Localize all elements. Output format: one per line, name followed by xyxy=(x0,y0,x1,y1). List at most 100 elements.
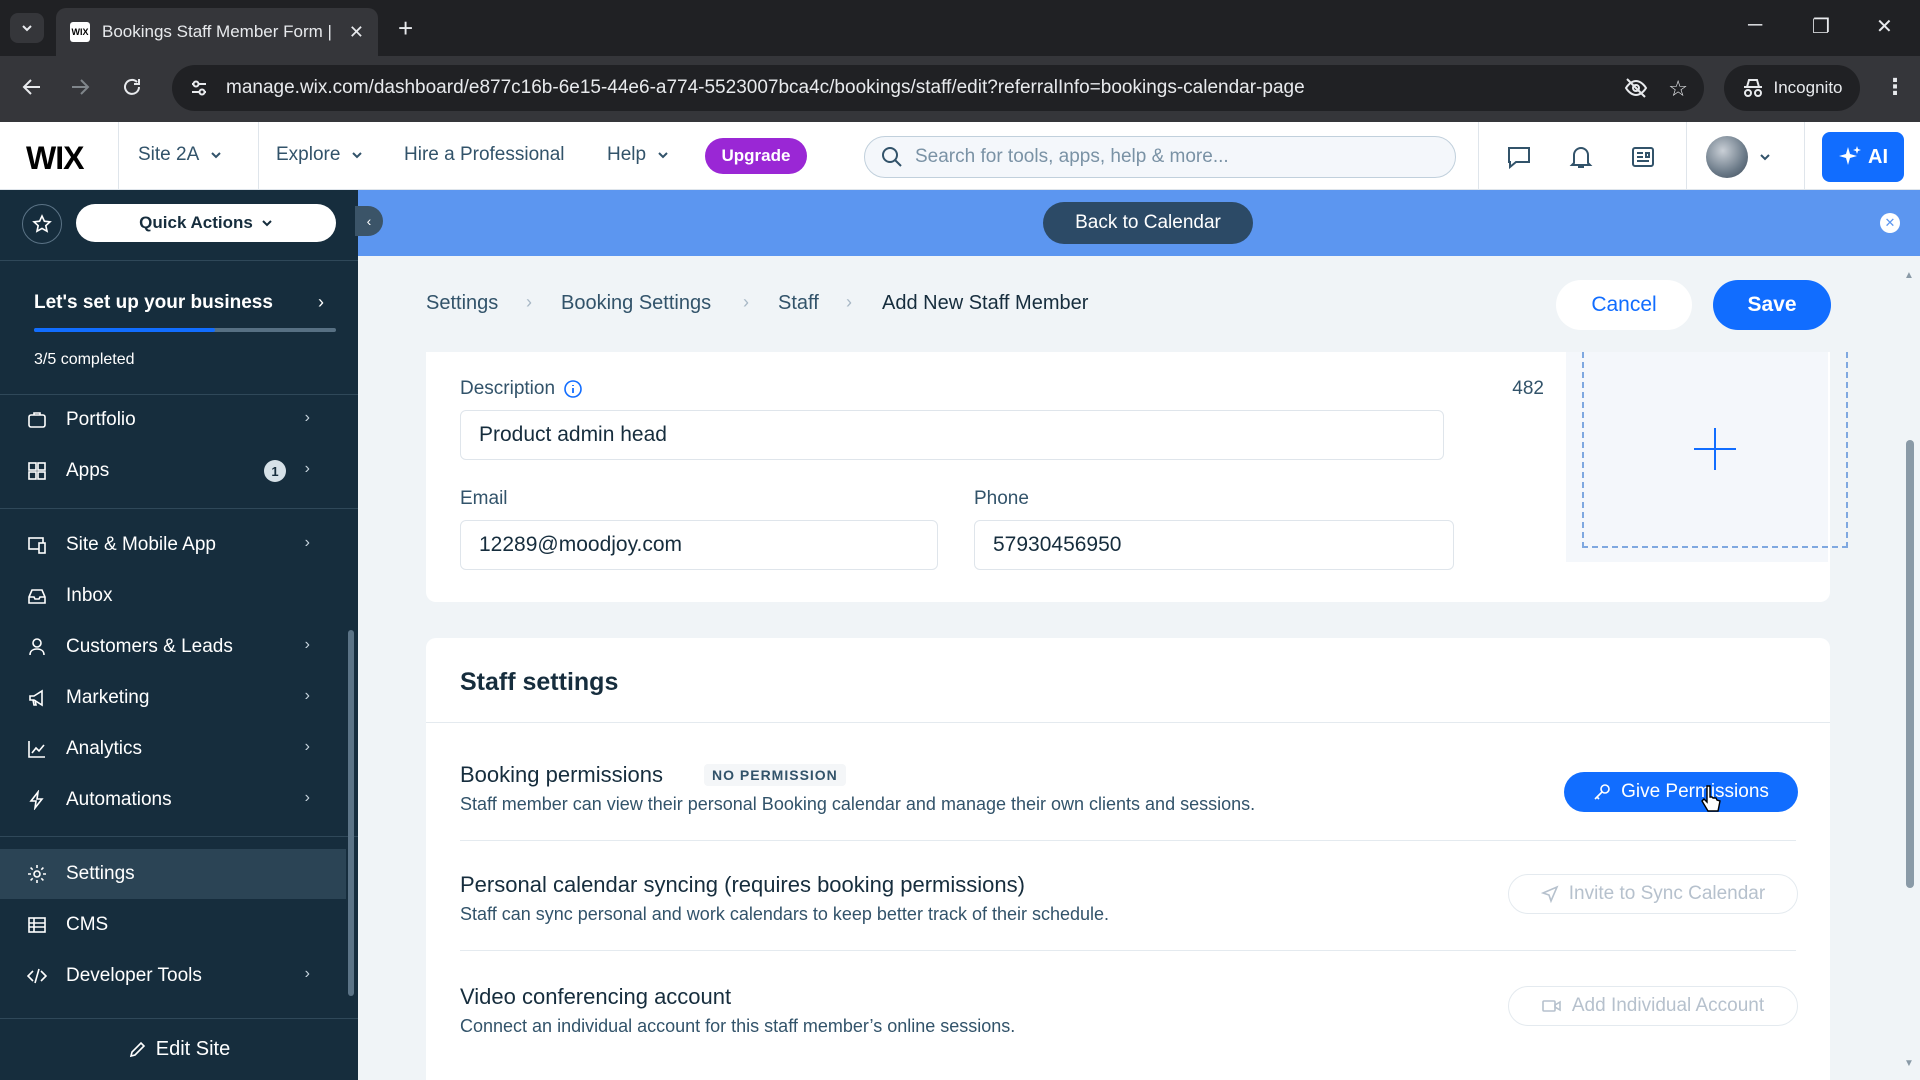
calendar-sync-title: Personal calendar syncing (requires book… xyxy=(460,872,1025,897)
sidebar: Quick Actions Let's set up your business… xyxy=(0,190,358,1080)
sidebar-item-label: Customers & Leads xyxy=(66,636,233,657)
description-field[interactable] xyxy=(460,410,1444,460)
photo-upload-dropzone[interactable] xyxy=(1582,352,1848,548)
main-content: Back to Calendar ✕ Settings › Booking Se… xyxy=(358,190,1920,1080)
chevron-right-icon: › xyxy=(304,534,310,551)
site-selector[interactable]: Site 2A xyxy=(138,144,223,166)
setup-progress-fill xyxy=(34,328,216,332)
save-button[interactable]: Save xyxy=(1713,280,1831,330)
calendar-sync-description: Staff can sync personal and work calenda… xyxy=(460,904,1110,924)
sidebar-item-label: Settings xyxy=(66,863,135,884)
tab-search-button[interactable] xyxy=(10,13,44,43)
forward-arrow-icon[interactable] xyxy=(68,75,92,99)
chevron-down-icon xyxy=(262,220,272,227)
sidebar-item-developer-tools[interactable]: Developer Tools › xyxy=(0,951,346,1001)
invite-sync-calendar-button[interactable]: Invite to Sync Calendar xyxy=(1508,874,1798,914)
sidebar-item-site-mobile-app[interactable]: Site & Mobile App › xyxy=(0,520,346,570)
reload-icon[interactable] xyxy=(120,75,144,99)
info-icon[interactable] xyxy=(563,379,583,399)
add-individual-account-button[interactable]: Add Individual Account xyxy=(1508,986,1798,1026)
scroll-down-icon[interactable]: ▼ xyxy=(1904,1058,1914,1069)
sidebar-item-marketing[interactable]: Marketing › xyxy=(0,673,346,723)
browser-tab[interactable]: WIX Bookings Staff Member Form | ✕ xyxy=(56,8,378,56)
staff-settings-card: Staff settings Booking permissions NO PE… xyxy=(426,638,1830,1080)
sidebar-item-cms[interactable]: CMS xyxy=(0,900,346,950)
staff-details-card: Description 482 Email Phone xyxy=(426,352,1848,602)
scrollbar-thumb[interactable] xyxy=(1906,440,1914,888)
code-icon xyxy=(26,966,48,986)
help-menu[interactable]: Help xyxy=(607,144,670,166)
favorites-star-icon[interactable] xyxy=(22,204,62,244)
news-icon[interactable] xyxy=(1630,144,1656,170)
incognito-indicator[interactable]: Incognito xyxy=(1724,65,1860,111)
inbox-icon xyxy=(26,586,48,606)
tab-close-icon[interactable]: ✕ xyxy=(349,22,364,43)
window-close-icon[interactable]: ✕ xyxy=(1876,14,1893,39)
eye-off-icon[interactable] xyxy=(1624,77,1648,99)
video-conferencing-title: Video conferencing account xyxy=(460,984,732,1009)
apps-icon xyxy=(26,461,48,481)
mouse-cursor-icon xyxy=(1700,784,1722,814)
cancel-button[interactable]: Cancel xyxy=(1556,280,1692,330)
scroll-up-icon[interactable]: ▲ xyxy=(1904,270,1914,281)
new-tab-button[interactable]: + xyxy=(398,14,413,42)
sparkle-icon xyxy=(1839,146,1861,165)
bookmark-star-icon[interactable]: ☆ xyxy=(1668,76,1688,102)
back-to-calendar-button[interactable]: Back to Calendar xyxy=(1043,202,1253,244)
search-input[interactable] xyxy=(915,146,1435,168)
sidebar-item-inbox[interactable]: Inbox xyxy=(0,571,346,621)
sidebar-item-label: Developer Tools xyxy=(66,965,202,986)
row-divider xyxy=(460,840,1796,841)
quick-actions-label: Quick Actions xyxy=(139,213,253,232)
ai-label: AI xyxy=(1868,145,1888,168)
sidebar-scrollbar[interactable] xyxy=(348,630,354,996)
description-label-text: Description xyxy=(460,378,556,399)
sidebar-item-customers-leads[interactable]: Customers & Leads › xyxy=(0,622,346,672)
ai-button[interactable]: AI xyxy=(1822,132,1904,182)
bell-icon[interactable] xyxy=(1568,144,1594,170)
give-permissions-button[interactable]: Give Permissions xyxy=(1564,772,1798,812)
help-label: Help xyxy=(607,144,647,165)
banner-close-icon[interactable]: ✕ xyxy=(1880,213,1900,233)
address-bar[interactable]: manage.wix.com/dashboard/e877c16b-6e15-4… xyxy=(172,65,1704,111)
sidebar-item-settings[interactable]: Settings xyxy=(0,849,346,899)
site-info-icon[interactable] xyxy=(188,77,210,99)
browser-menu-icon[interactable]: ⋮ xyxy=(1884,74,1906,100)
breadcrumb-staff[interactable]: Staff xyxy=(778,292,819,315)
edit-site-label: Edit Site xyxy=(155,1038,231,1060)
sidebar-item-automations[interactable]: Automations › xyxy=(0,775,346,825)
hire-professional-link[interactable]: Hire a Professional xyxy=(404,144,565,166)
sidebar-item-apps[interactable]: Apps 1 › xyxy=(0,446,346,496)
breadcrumb-settings[interactable]: Settings xyxy=(426,292,498,315)
sidebar-item-label: Inbox xyxy=(66,585,113,606)
back-arrow-icon[interactable] xyxy=(20,75,44,99)
email-field[interactable] xyxy=(460,520,938,570)
edit-site-button[interactable]: Edit Site xyxy=(0,1018,358,1080)
restore-icon[interactable]: ❐ xyxy=(1812,14,1830,39)
search-bar[interactable] xyxy=(864,136,1456,178)
card-divider xyxy=(426,722,1830,723)
phone-field[interactable] xyxy=(974,520,1454,570)
chevron-down-icon[interactable] xyxy=(1758,150,1772,164)
sidebar-item-portfolio[interactable]: Portfolio › xyxy=(0,395,346,445)
setup-progress-count: 3/5 completed xyxy=(34,351,135,368)
explore-menu[interactable]: Explore xyxy=(276,144,364,166)
status-badge: NO PERMISSION xyxy=(704,764,846,786)
key-icon xyxy=(1594,784,1610,800)
tab-title: Bookings Staff Member Form | xyxy=(102,22,332,41)
sidebar-item-analytics[interactable]: Analytics › xyxy=(0,724,346,774)
upgrade-button[interactable]: Upgrade xyxy=(705,138,807,174)
chevron-right-icon[interactable]: › xyxy=(318,292,324,313)
row-divider xyxy=(460,950,1796,951)
wix-logo[interactable]: WIX xyxy=(26,140,84,177)
avatar[interactable] xyxy=(1706,136,1748,178)
wix-top-bar: WIX Site 2A Explore Hire a Professional … xyxy=(0,122,1920,190)
breadcrumb-booking-settings[interactable]: Booking Settings xyxy=(561,292,711,315)
cms-icon xyxy=(26,915,48,935)
quick-actions-button[interactable]: Quick Actions xyxy=(76,204,336,242)
chevron-down-icon xyxy=(658,152,668,159)
setup-business-title[interactable]: Let's set up your business xyxy=(34,292,273,314)
minimize-icon[interactable]: ─ xyxy=(1748,14,1762,37)
chat-icon[interactable] xyxy=(1506,144,1532,170)
main-scrollbar[interactable]: ▲ ▼ xyxy=(1904,270,1914,1080)
